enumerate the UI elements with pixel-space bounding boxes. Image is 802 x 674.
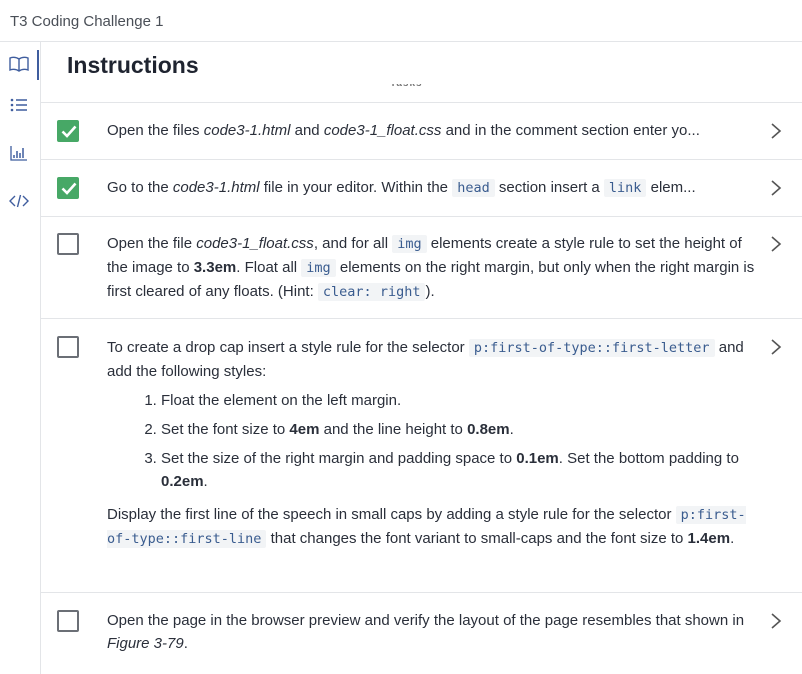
figure-ref: Figure 3-79 [107, 635, 184, 652]
task-text: Open the file code3-1_float.css, and for… [107, 235, 755, 301]
instructions-header: Instructions [41, 42, 802, 90]
steps-list: Float the element on the left margin. Se… [107, 389, 757, 493]
left-rail [0, 42, 41, 674]
window-title: T3 Coding Challenge 1 [10, 13, 164, 30]
code-snippet: head [452, 179, 495, 197]
code-icon[interactable] [8, 190, 30, 212]
task-text: To create a drop cap insert a style rule… [107, 336, 757, 551]
file-name: code3-1.html [203, 122, 291, 139]
window-titlebar: T3 Coding Challenge 1 [0, 0, 802, 42]
value-bold: 1.4em [687, 530, 731, 547]
list-item: Set the font size to 4em and the line he… [161, 418, 757, 441]
task-text: Open the page in the browser preview and… [107, 612, 745, 652]
value-bold: 3.3em [193, 259, 237, 276]
chevron-right-icon[interactable] [769, 236, 783, 252]
task-item-4[interactable]: To create a drop cap insert a style rule… [41, 319, 802, 593]
code-snippet: clear: right [317, 283, 426, 301]
file-name: code3-1.html [172, 179, 260, 196]
code-snippet: p:first-of-type::first-letter [468, 339, 715, 357]
task-item-5[interactable]: Open the page in the browser preview and… [41, 593, 802, 674]
page-title: Instructions [67, 52, 199, 78]
file-name: code3-1_float.css [323, 122, 442, 139]
task-item-1[interactable]: Open the files code3-1.html and code3-1_… [41, 103, 802, 160]
book-icon[interactable] [8, 53, 30, 75]
task-checkbox-checked[interactable] [57, 120, 79, 142]
file-name: code3-1_float.css [196, 235, 314, 252]
list-item: Set the size of the right margin and pad… [161, 447, 757, 493]
chevron-right-icon[interactable] [769, 123, 783, 139]
task-text: Open the files code3-1.html and code3-1_… [107, 122, 700, 139]
task-item-3[interactable]: Open the file code3-1_float.css, and for… [41, 217, 802, 319]
task-item-2[interactable]: Go to the code3-1.html file in your edit… [41, 160, 802, 217]
code-snippet: link [603, 179, 647, 197]
active-indicator [37, 50, 39, 80]
section-label: Tasks [390, 84, 423, 91]
chevron-right-icon[interactable] [769, 613, 783, 629]
task-text: Go to the code3-1.html file in your edit… [107, 179, 696, 197]
task-checkbox-checked[interactable] [57, 177, 79, 199]
list-icon[interactable] [8, 94, 30, 116]
chevron-right-icon[interactable] [769, 339, 783, 355]
code-snippet: img [301, 259, 336, 277]
task-checkbox[interactable] [57, 610, 79, 632]
list-item: Float the element on the left margin. [161, 389, 757, 412]
code-snippet: img [392, 235, 427, 253]
bar-chart-icon[interactable] [8, 142, 30, 164]
chevron-right-icon[interactable] [769, 180, 783, 196]
task-checkbox[interactable] [57, 233, 79, 255]
task-checkbox[interactable] [57, 336, 79, 358]
